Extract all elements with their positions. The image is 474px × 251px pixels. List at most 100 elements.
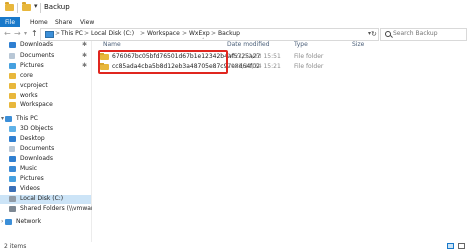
download-icon [9,42,16,48]
sidebar-item-workspace[interactable]: Workspace [0,101,91,110]
up-arrow-icon[interactable]: ↑ [31,29,38,38]
video-icon [9,186,16,192]
back-arrow-icon[interactable]: ← [4,29,11,38]
status-bar: 2 items [0,242,474,251]
column-header-size[interactable]: Size [352,41,364,48]
breadcrumb-separator: > [182,30,188,37]
sidebar-item-label: vcproject [20,82,48,89]
sidebar-item-vcproject[interactable]: vcproject [0,82,91,91]
sidebar-item-label: Videos [20,185,40,192]
file-date: 2021/12/23 15:51 [227,53,281,60]
file-list: ˄ Name Date modified Type Size 676067bc0… [92,38,474,242]
sidebar-item-label: Pictures [20,62,44,69]
column-header-name[interactable]: Name [103,41,121,48]
sidebar-item-videos[interactable]: Videos [0,185,91,194]
column-header-type[interactable]: Type [294,41,308,48]
address-row: ← → ▾ ↑ > This PC > Local Disk (C:) > Wo… [0,27,474,41]
shared-drive-icon [9,206,16,212]
breadcrumb-separator: > [211,30,217,37]
folder-icon [9,102,16,108]
forward-arrow-icon[interactable]: → [14,29,21,38]
sidebar-item-downloads[interactable]: Downloads ✱ [0,41,91,50]
pin-icon[interactable]: ✱ [82,41,87,48]
folder-icon [9,93,16,99]
divider [17,3,18,13]
breadcrumb-separator: > [140,30,146,37]
search-input[interactable] [393,30,463,37]
sidebar-item-this-pc[interactable]: ▾ This PC [0,115,91,124]
sidebar-item-label: Documents [20,52,55,59]
folder-icon [5,2,14,11]
sidebar-item-core[interactable]: core [0,72,91,81]
download-icon [9,156,16,162]
sidebar-item-label: Pictures [20,175,44,182]
picture-icon [9,63,16,69]
chevron-down-icon[interactable]: ▾ [34,2,38,10]
sidebar-item-label: Documents [20,145,55,152]
sidebar-item-label: Local Disk (C:) [20,195,64,202]
chevron-right-icon[interactable]: › [1,218,3,225]
navigation-pane: Downloads ✱ Documents ✱ Pictures ✱ core … [0,41,107,242]
sidebar-item-label: 3D Objects [20,125,54,132]
sidebar-item-label: This PC [16,115,38,122]
tab-view[interactable]: View [80,19,94,26]
search-icon [385,31,391,37]
sidebar-item-pictures[interactable]: Pictures [0,175,91,184]
document-icon [9,146,15,152]
column-header-date-modified[interactable]: Date modified [227,41,270,48]
picture-icon [9,176,16,182]
window-title: Backup [44,3,70,11]
sidebar-item-documents[interactable]: Documents [0,145,91,154]
sidebar-item-label: Music [20,165,38,172]
large-icons-view-icon[interactable] [458,243,465,249]
pin-icon[interactable]: ✱ [82,62,87,69]
breadcrumb-separator: > [84,30,90,37]
file-date: 2021/11/24 15:21 [227,63,281,70]
breadcrumb-wxexp[interactable]: WxExp [189,30,210,37]
sort-ascending-icon: ˄ [202,38,205,44]
sidebar-item-label: Desktop [20,135,45,142]
refresh-icon[interactable]: ↻ [371,30,377,38]
new-folder-icon[interactable] [22,2,31,11]
breadcrumb-this-pc[interactable]: This PC [61,30,83,37]
sidebar-item-documents[interactable]: Documents ✱ [0,52,91,61]
file-type: File folder [294,53,324,60]
drive-icon [9,196,16,202]
chevron-down-icon[interactable]: ▾ [24,30,27,37]
desktop-icon [9,136,16,142]
details-view-icon[interactable] [447,243,454,249]
highlight-box [98,50,228,74]
sidebar-item-label: core [20,72,33,79]
sidebar-item-works[interactable]: works [0,92,91,101]
search-box[interactable] [380,28,467,41]
sidebar-item-label: Downloads [20,155,53,162]
sidebar-item-desktop[interactable]: Desktop [0,135,91,144]
item-count: 2 items [4,243,27,250]
breadcrumb-separator: > [55,30,61,37]
breadcrumb-backup[interactable]: Backup [218,30,240,37]
tab-home[interactable]: Home [30,19,48,26]
sidebar-item-music[interactable]: Music [0,165,91,174]
breadcrumb-local-disk[interactable]: Local Disk (C:) [91,30,134,37]
sidebar-item-label: Network [16,218,42,225]
pc-icon [5,116,12,122]
pin-icon[interactable]: ✱ [82,52,87,59]
folder-icon [9,73,16,79]
title-bar: ▾ Backup [0,0,474,18]
document-icon [9,53,15,59]
chevron-down-icon[interactable]: ▾ [1,115,4,122]
address-bar[interactable]: > This PC > Local Disk (C:) > Workspace … [40,28,379,41]
sidebar-item-shared-folders[interactable]: Shared Folders (\\vmware-ho [0,205,107,214]
tab-share[interactable]: Share [55,19,72,26]
music-icon [9,166,16,172]
sidebar-item-network[interactable]: › Network [0,218,91,227]
sidebar-item-label: works [20,92,38,99]
network-icon [5,219,12,225]
sidebar-item-local-disk[interactable]: Local Disk (C:) [0,195,91,204]
breadcrumb-workspace[interactable]: Workspace [147,30,180,37]
sidebar-item-3d-objects[interactable]: 3D Objects [0,125,91,134]
sidebar-item-downloads[interactable]: Downloads [0,155,91,164]
sidebar-item-label: Downloads [20,41,53,48]
divider [40,3,41,13]
sidebar-item-pictures[interactable]: Pictures ✱ [0,62,91,71]
